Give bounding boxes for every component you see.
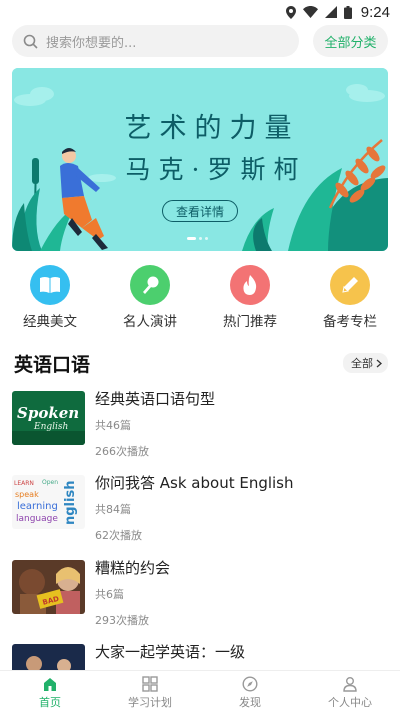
tab-label: 个人中心 bbox=[328, 696, 372, 709]
search-icon bbox=[23, 34, 38, 49]
status-bar: 9:24 bbox=[0, 0, 400, 24]
flame-icon bbox=[243, 275, 257, 295]
carousel-dot-active bbox=[187, 237, 196, 240]
list-item[interactable]: BAD 糟糕的约会 共6篇 293次播放 bbox=[12, 557, 388, 637]
tab-discover[interactable]: 发现 bbox=[200, 671, 300, 711]
microphone-icon bbox=[143, 276, 159, 294]
category-label: 经典美文 bbox=[23, 314, 77, 330]
carousel-indicator bbox=[187, 237, 208, 240]
course-title: 糟糕的约会 bbox=[95, 559, 171, 577]
course-title: 大家一起学英语：一级 bbox=[95, 643, 246, 661]
banner-subtitle: 马克·罗斯柯 bbox=[125, 155, 307, 184]
bottom-tab-bar: 首页 学习计划 发现 个人中心 bbox=[0, 670, 400, 711]
clock: 9:24 bbox=[360, 3, 390, 21]
svg-text:Spoken: Spoken bbox=[17, 404, 79, 422]
category-icon-circle bbox=[130, 265, 170, 305]
location-icon bbox=[285, 5, 296, 19]
carousel-dot bbox=[205, 237, 208, 240]
course-count: 共6篇 bbox=[95, 588, 124, 601]
svg-text:Open: Open bbox=[42, 479, 58, 486]
tab-label: 首页 bbox=[39, 696, 61, 709]
see-all-label: 全部 bbox=[351, 357, 373, 370]
svg-text:LEARN: LEARN bbox=[14, 480, 34, 487]
category-label: 备考专栏 bbox=[323, 314, 377, 330]
course-count: 共46篇 bbox=[95, 419, 131, 432]
course-title: 经典英语口语句型 bbox=[95, 390, 216, 408]
search-input[interactable]: 搜索你想要的... bbox=[12, 25, 299, 57]
svg-text:speak: speak bbox=[15, 490, 39, 499]
course-plays: 62次播放 bbox=[95, 529, 142, 542]
svg-text:English: English bbox=[33, 422, 68, 432]
category-icon-circle bbox=[330, 265, 370, 305]
book-icon bbox=[40, 277, 60, 293]
category-icon-circle bbox=[30, 265, 70, 305]
view-details-button[interactable]: 查看详情 bbox=[162, 200, 238, 222]
course-plays: 266次播放 bbox=[95, 445, 149, 458]
person-icon bbox=[343, 677, 357, 692]
carousel-dot bbox=[199, 237, 202, 240]
all-categories-button[interactable]: 全部分类 bbox=[313, 25, 388, 57]
signal-icon bbox=[324, 6, 337, 18]
wifi-icon bbox=[302, 6, 318, 18]
category-label: 名人演讲 bbox=[123, 314, 177, 330]
category-classic-essays[interactable]: 经典美文 bbox=[0, 265, 100, 330]
course-count: 共84篇 bbox=[95, 503, 131, 516]
search-placeholder: 搜索你想要的... bbox=[46, 35, 137, 51]
tab-label: 发现 bbox=[239, 696, 261, 709]
compass-icon bbox=[242, 676, 258, 692]
grid-icon bbox=[142, 676, 158, 692]
search-row: 搜索你想要的... 全部分类 bbox=[12, 25, 388, 57]
course-thumbnail: Spoken English bbox=[12, 391, 85, 445]
section-title: 英语口语 bbox=[14, 353, 91, 376]
tab-label: 学习计划 bbox=[128, 696, 172, 709]
category-grid: 经典美文 名人演讲 热门推荐 备考专栏 bbox=[0, 265, 400, 330]
chevron-right-icon bbox=[376, 359, 382, 367]
course-title: 你问我答 Ask about English bbox=[95, 474, 294, 492]
see-all-link[interactable]: 全部 bbox=[343, 353, 388, 373]
banner-carousel[interactable]: 艺术的力量 马克·罗斯柯 查看详情 bbox=[12, 68, 388, 251]
category-famous-speeches[interactable]: 名人演讲 bbox=[100, 265, 200, 330]
list-item[interactable]: Spoken English 经典英语口语句型 共46篇 266次播放 bbox=[12, 388, 388, 468]
svg-text:nglish: nglish bbox=[63, 481, 78, 525]
course-thumbnail: BAD bbox=[12, 560, 85, 614]
category-icon-circle bbox=[230, 265, 270, 305]
tab-study-plan[interactable]: 学习计划 bbox=[100, 671, 200, 711]
home-icon bbox=[44, 678, 56, 691]
svg-text:language: language bbox=[16, 514, 58, 524]
banner-title: 艺术的力量 bbox=[124, 113, 300, 144]
category-exam-prep[interactable]: 备考专栏 bbox=[300, 265, 400, 330]
category-hot-picks[interactable]: 热门推荐 bbox=[200, 265, 300, 330]
section-header: 英语口语 全部 bbox=[14, 350, 388, 376]
battery-icon bbox=[343, 5, 352, 19]
svg-text:learning: learning bbox=[17, 501, 58, 512]
course-plays: 293次播放 bbox=[95, 614, 149, 627]
tab-profile[interactable]: 个人中心 bbox=[300, 671, 400, 711]
tab-home[interactable]: 首页 bbox=[0, 671, 100, 711]
list-item[interactable]: LEARN Open speak learning language nglish 你问我… bbox=[12, 472, 388, 552]
category-label: 热门推荐 bbox=[223, 314, 277, 330]
pencil-icon bbox=[342, 277, 358, 293]
course-thumbnail: LEARN Open speak learning language nglish bbox=[12, 475, 85, 529]
